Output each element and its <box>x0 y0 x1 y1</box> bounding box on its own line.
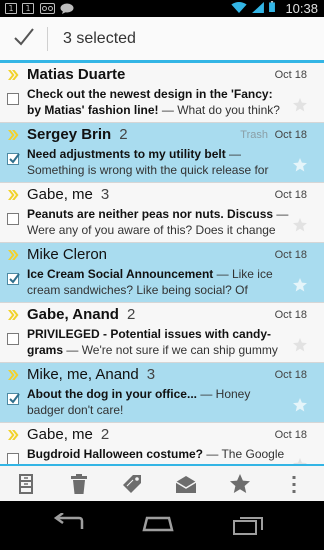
star-icon[interactable] <box>292 277 308 293</box>
status-bar: 1 1 10:38 <box>0 0 324 17</box>
home-icon[interactable] <box>140 516 176 532</box>
message-snippet: — We're not sure if we can ship gummy <box>63 343 278 357</box>
priority-marker-icon <box>8 310 19 320</box>
system-navigation-bar <box>0 501 324 550</box>
notification-icon: 1 <box>22 3 34 14</box>
wifi-icon <box>231 2 247 13</box>
thread-count: 3 <box>146 366 156 383</box>
message-preview: Check out the newest design in the 'Fanc… <box>27 86 289 120</box>
star-icon[interactable] <box>292 157 308 173</box>
overflow-menu-icon[interactable] <box>282 472 306 496</box>
sender-name: Gabe, me 3 <box>27 186 110 203</box>
clock: 10:38 <box>285 1 318 16</box>
conversation-row[interactable]: Matias Duarte Oct 18 Check out the newest … <box>0 63 324 123</box>
message-date: Oct 18 <box>274 429 307 441</box>
folder-label: Trash <box>240 129 268 141</box>
check-icon[interactable] <box>11 24 37 50</box>
sender-name: Matias Duarte <box>27 66 126 83</box>
recent-apps-icon[interactable] <box>232 514 266 536</box>
bottom-action-bar <box>0 464 324 501</box>
voicemail-icon <box>40 3 55 14</box>
conversation-row[interactable]: Mike, me, Anand 3 Oct 18 About the dog in y… <box>0 363 324 423</box>
sender-name: Gabe, Anand 2 <box>27 306 136 323</box>
divider <box>47 27 48 51</box>
conversation-row[interactable]: Gabe, me 2 Oct 18 Bugdroid Halloween costum… <box>0 423 324 464</box>
conversation-list: Matias Duarte Oct 18 Check out the newest … <box>0 63 324 464</box>
sender-name: Sergey Brin 2 <box>27 126 128 143</box>
message-subject: Peanuts are neither peas nor nuts. Discu… <box>27 207 274 221</box>
sender-name: Mike Cleron <box>27 246 108 263</box>
message-preview: PRIVILEGED - Potential issues with candy… <box>27 326 289 360</box>
message-date: Oct 18 <box>274 189 307 201</box>
star-icon[interactable] <box>292 337 308 353</box>
message-preview: Bugdroid Halloween costume? — The Google <box>27 446 289 464</box>
priority-marker-icon <box>8 370 19 380</box>
thread-count: 2 <box>126 306 136 323</box>
label-icon[interactable] <box>120 472 144 496</box>
conversation-row[interactable]: Mike Cleron Oct 18 Ice Cream Social Announ… <box>0 243 324 303</box>
thread-count: 2 <box>119 126 128 143</box>
message-subject: Need adjustments to my utility belt <box>27 147 226 161</box>
message-subject: Bugdroid Halloween costume? <box>27 447 204 461</box>
back-icon[interactable] <box>52 513 86 535</box>
message-subject: Ice Cream Social Announcement <box>27 267 214 281</box>
message-date: Oct 18 <box>274 249 307 261</box>
message-preview: Peanuts are neither peas nor nuts. Discu… <box>27 206 289 240</box>
message-preview: Need adjustments to my utility belt — So… <box>27 146 289 180</box>
message-date: Oct 18 <box>274 69 307 81</box>
message-subject: About the dog in your office... <box>27 387 197 401</box>
message-snippet: — What do you think? <box>158 103 280 117</box>
priority-marker-icon <box>8 70 19 80</box>
conversation-row[interactable]: Sergey Brin 2 Trash Oct 18 Need adjustments … <box>0 123 324 183</box>
star-icon[interactable] <box>292 217 308 233</box>
message-date: Oct 18 <box>274 129 307 141</box>
signal-icon <box>252 2 264 13</box>
archive-icon[interactable] <box>14 472 38 496</box>
conversation-row[interactable]: Gabe, Anand 2 Oct 18 PRIVILEGED - Potential… <box>0 303 324 363</box>
checkmark-icon <box>9 393 20 404</box>
message-snippet: — The Google <box>203 447 285 461</box>
contextual-action-bar: 3 selected <box>0 17 324 63</box>
thread-count: 3 <box>100 186 110 203</box>
battery-icon <box>269 1 275 12</box>
star-icon[interactable] <box>292 457 308 464</box>
selection-count-title: 3 selected <box>63 30 136 47</box>
select-checkbox[interactable] <box>7 153 20 165</box>
message-date: Oct 18 <box>274 369 307 381</box>
conversation-row[interactable]: Gabe, me 3 Oct 18 Peanuts are neither peas … <box>0 183 324 243</box>
select-checkbox[interactable] <box>7 273 20 285</box>
notification-icon: 1 <box>5 3 17 14</box>
chat-icon <box>60 3 74 14</box>
star-icon[interactable] <box>292 397 308 413</box>
message-date: Oct 18 <box>274 309 307 321</box>
trash-icon[interactable] <box>67 472 91 496</box>
select-checkbox[interactable] <box>7 333 19 345</box>
select-checkbox[interactable] <box>7 453 19 464</box>
sender-name: Mike, me, Anand 3 <box>27 366 156 383</box>
sender-name: Gabe, me 2 <box>27 426 110 443</box>
priority-marker-icon <box>8 430 19 440</box>
checkmark-icon <box>9 273 20 284</box>
checkmark-icon <box>9 153 20 164</box>
message-preview: About the dog in your office... — Honey … <box>27 386 289 420</box>
mark-unread-icon[interactable] <box>174 472 198 496</box>
priority-marker-icon <box>8 250 19 260</box>
star-icon[interactable] <box>292 97 308 113</box>
message-preview: Ice Cream Social Announcement — Like ice… <box>27 266 289 300</box>
star-icon[interactable] <box>228 472 252 496</box>
priority-marker-icon <box>8 190 19 200</box>
thread-count: 2 <box>100 426 110 443</box>
priority-marker-icon <box>8 130 19 140</box>
select-checkbox[interactable] <box>7 93 19 105</box>
select-checkbox[interactable] <box>7 393 20 405</box>
select-checkbox[interactable] <box>7 213 19 225</box>
